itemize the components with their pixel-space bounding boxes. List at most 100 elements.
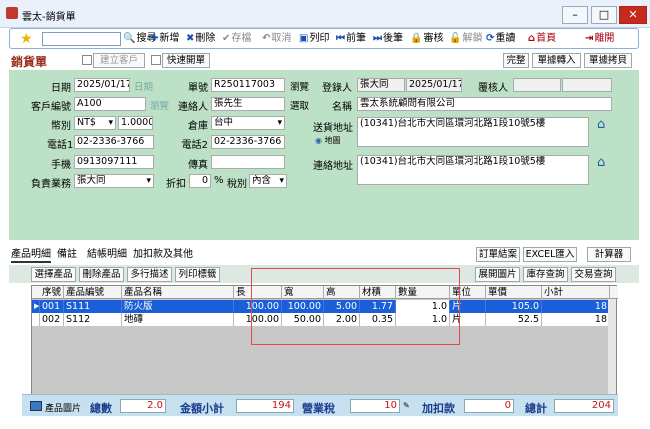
col-price[interactable]: 單價 — [486, 286, 542, 299]
excel-import-button[interactable]: EXCEL匯入 — [523, 247, 577, 262]
doc-transfer-button[interactable]: 單據轉入 — [532, 53, 581, 68]
warehouse-select[interactable]: 台中 — [211, 116, 285, 130]
cell-length[interactable]: 100.00 — [234, 313, 282, 326]
ship-address-field[interactable]: (10341)台北市大同區環河北路1段10號5樓 — [357, 117, 589, 147]
product-grid[interactable]: 序號 產品編號 產品名稱 長 寬 高 材積 數量 單位 單價 小計 ▶ 001 … — [31, 285, 618, 405]
close-button[interactable]: ✕ — [619, 6, 647, 24]
date-picker-link[interactable]: 日期 — [134, 79, 153, 93]
discount-field[interactable]: 0 — [189, 174, 211, 188]
cell-quantity[interactable]: 1.0 — [396, 300, 450, 313]
maximize-button[interactable]: □ — [591, 6, 617, 24]
cancel-button[interactable]: ↶取消 — [262, 31, 291, 47]
cell-subtotal[interactable]: 18 — [542, 313, 610, 326]
col-subtotal[interactable]: 小計 — [542, 286, 610, 299]
currency-select[interactable]: NT$ — [74, 116, 116, 130]
col-height[interactable]: 高 — [324, 286, 360, 299]
unlock-button[interactable]: 🔓解鎖 — [449, 31, 482, 47]
contact-pick-link[interactable]: 選取 — [290, 98, 309, 112]
cell-product-name[interactable]: 地磚 — [122, 313, 234, 326]
cell-subtotal[interactable]: 18 — [542, 300, 610, 313]
order-settle-button[interactable]: 訂單結案 — [476, 247, 520, 262]
cell-volume[interactable]: 1.77 — [360, 300, 396, 313]
col-quantity[interactable]: 數量 — [396, 286, 450, 299]
new-customer-button[interactable]: 建立客戶 — [93, 53, 145, 68]
cell-quantity[interactable]: 1.0 — [396, 313, 450, 326]
tab-product-detail[interactable]: 產品明細 — [11, 247, 51, 263]
sales-select[interactable]: 張大同 — [74, 174, 154, 188]
trade-query-button[interactable]: 交易查詢 — [571, 267, 616, 282]
contact-field[interactable]: 張先生 — [211, 97, 285, 111]
col-product-no[interactable]: 產品編號 — [64, 286, 122, 299]
name-field[interactable]: 雲太系統顧問有限公司 — [357, 97, 612, 111]
cell-length[interactable]: 100.00 — [234, 300, 282, 313]
expand-image-button[interactable]: 展開圖片 — [475, 267, 520, 282]
order-browse-link[interactable]: 瀏覽 — [290, 79, 309, 93]
customer-no-field[interactable]: A100 — [74, 97, 146, 111]
customer-browse-link[interactable]: 瀏覽 — [150, 98, 169, 112]
quick-order-button[interactable]: 快速開單 — [162, 53, 210, 68]
print-label-button[interactable]: 列印標籤 — [175, 267, 220, 282]
cell-unit[interactable]: 片 — [450, 300, 486, 313]
cell-seq[interactable]: 002 — [40, 313, 64, 326]
star-icon[interactable]: ★ — [20, 31, 33, 47]
col-volume[interactable]: 材積 — [360, 286, 396, 299]
minimize-button[interactable]: – — [562, 6, 588, 24]
cell-product-no[interactable]: S112 — [64, 313, 122, 326]
col-length[interactable]: 長 — [234, 286, 282, 299]
product-image-button[interactable]: 產品圖片 — [45, 401, 81, 414]
tax-edit-icon[interactable]: ✎ — [403, 401, 410, 410]
cell-product-name[interactable]: 防火版 — [122, 300, 234, 313]
multi-desc-button[interactable]: 多行描述 — [127, 267, 172, 282]
search-input[interactable] — [42, 32, 121, 46]
cell-seq[interactable]: 001 — [40, 300, 64, 313]
contact-address-field[interactable]: (10341)台北市大同區環河北路1段10號5樓 — [357, 155, 589, 185]
order-no-field[interactable]: R250117003 — [211, 78, 285, 92]
grid-vertical-scrollbar[interactable] — [608, 299, 616, 404]
complete-button[interactable]: 完整 — [503, 53, 529, 68]
fax-field[interactable] — [211, 155, 285, 169]
add-button[interactable]: ✚新增 — [150, 31, 179, 47]
phone2-field[interactable]: 02-2336-3766 — [211, 135, 285, 149]
cell-price[interactable]: 52.5 — [486, 313, 542, 326]
home-button[interactable]: ⌂首頁 — [528, 31, 556, 47]
cell-width[interactable]: 100.00 — [282, 300, 324, 313]
prev-button[interactable]: ⏮前筆 — [336, 31, 366, 47]
doc-copy-button[interactable]: 單據拷貝 — [584, 53, 632, 68]
new-customer-checkbox[interactable] — [82, 55, 92, 65]
col-product-name[interactable]: 產品名稱 — [122, 286, 234, 299]
print-button[interactable]: ▣列印 — [299, 31, 329, 47]
col-seq[interactable]: 序號 — [40, 286, 64, 299]
stock-query-button[interactable]: 庫存查詢 — [523, 267, 568, 282]
select-product-button[interactable]: 選擇產品 — [31, 267, 76, 282]
image-icon[interactable] — [30, 401, 42, 411]
quick-order-checkbox[interactable] — [151, 55, 161, 65]
delete-product-button[interactable]: 刪除產品 — [79, 267, 124, 282]
col-unit[interactable]: 單位 — [450, 286, 486, 299]
table-row[interactable]: 002 S112 地磚 100.00 50.00 2.00 0.35 1.0 片… — [32, 313, 610, 326]
cell-price[interactable]: 105.0 — [486, 300, 542, 313]
cell-height[interactable]: 5.00 — [324, 300, 360, 313]
house-icon[interactable]: ⌂ — [597, 118, 611, 132]
map-button[interactable]: ◉ 地圖 — [315, 135, 341, 146]
tab-additions[interactable]: 加扣款及其他 — [133, 247, 193, 263]
table-row[interactable]: ▶ 001 S111 防火版 100.00 100.00 5.00 1.77 1… — [32, 300, 610, 313]
exit-button[interactable]: ⇥離開 — [585, 31, 614, 47]
calculator-button[interactable]: 計算器 — [587, 247, 631, 262]
house-icon[interactable]: ⌂ — [597, 156, 611, 170]
tab-settlement[interactable]: 結帳明細 — [87, 247, 127, 263]
cell-product-no[interactable]: S111 — [64, 300, 122, 313]
delete-button[interactable]: ✖刪除 — [186, 31, 215, 47]
cell-unit[interactable]: 片 — [450, 313, 486, 326]
cell-volume[interactable]: 0.35 — [360, 313, 396, 326]
phone-field[interactable]: 02-2336-3766 — [74, 135, 154, 149]
next-button[interactable]: ⏭後筆 — [373, 31, 403, 47]
reload-button[interactable]: ⟳重讀 — [486, 31, 515, 47]
exchange-rate-field[interactable]: 1.0000 — [118, 116, 153, 130]
save-button[interactable]: ✔存檔 — [222, 31, 251, 47]
cell-width[interactable]: 50.00 — [282, 313, 324, 326]
cell-height[interactable]: 2.00 — [324, 313, 360, 326]
audit-button[interactable]: 🔒審核 — [410, 31, 443, 47]
tax-type-select[interactable]: 內含 — [249, 174, 287, 188]
date-field[interactable]: 2025/01/17 — [74, 78, 130, 92]
tab-notes[interactable]: 備註 — [57, 247, 77, 263]
